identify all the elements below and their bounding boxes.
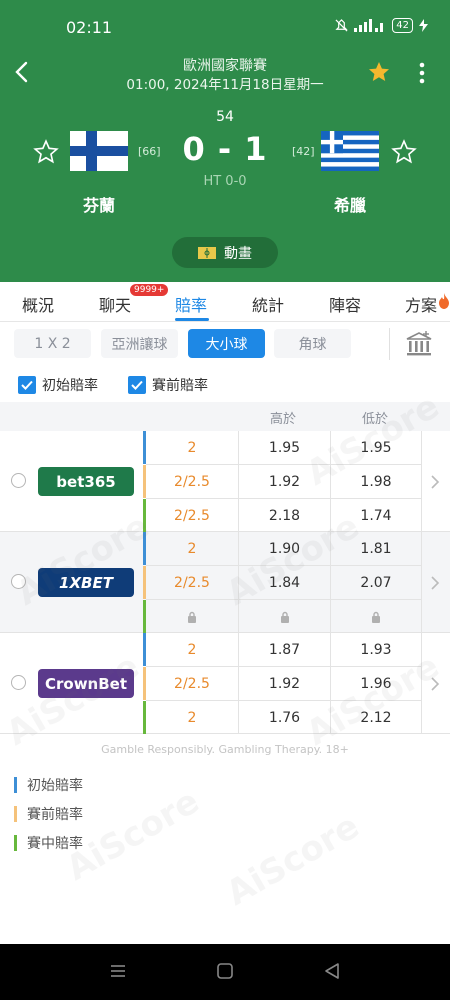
animation-button[interactable]: 動畫 — [172, 237, 278, 268]
over-odds: 1.87 — [238, 633, 330, 666]
legend-label: 賽前賠率 — [27, 807, 83, 823]
tab-bar: 概況 聊天 9999+ 賠率 統計 陣容 方案 — [0, 282, 450, 322]
away-team-name: 希臘 — [334, 196, 367, 215]
over-odds: 1.92 — [238, 667, 330, 700]
compare-radio[interactable] — [11, 473, 26, 488]
line-value: 2 — [187, 709, 197, 726]
locked-cell — [146, 600, 238, 633]
away-follow-star-icon[interactable] — [391, 139, 417, 165]
legend-swatch — [14, 806, 17, 822]
under-odds: 2.07 — [330, 566, 422, 599]
animation-label: 動畫 — [224, 245, 252, 262]
prematch-odds-label: 賽前賠率 — [152, 378, 208, 394]
lock-icon — [188, 611, 196, 623]
app-root: 02:11 42 歐洲國家聯賽 01:00, 2024年11月18日星期一 54… — [0, 0, 450, 1000]
odds-row-initial: 2 1.87 1.93 — [143, 633, 422, 666]
bank-icon[interactable] — [405, 330, 433, 358]
gambling-disclaimer: Gamble Responsibly. Gambling Therapy. 18… — [101, 743, 349, 756]
bookmaker-name: bet365 — [56, 472, 116, 491]
market-selector: 1 X 2 亞洲讓球 大小球 角球 — [0, 322, 450, 366]
active-tab-indicator — [175, 318, 209, 321]
pitch-icon — [198, 246, 216, 259]
divider — [389, 328, 390, 360]
more-vertical-icon[interactable] — [414, 60, 430, 86]
bet365-logo: bet365 — [38, 467, 134, 496]
line-value: 2 — [187, 540, 197, 557]
match-header: 02:11 42 歐洲國家聯賽 01:00, 2024年11月18日星期一 54… — [0, 0, 450, 282]
line-value: 2/2.5 — [174, 473, 210, 490]
legend-prematch: 賽前賠率 — [14, 804, 83, 824]
lock-icon — [372, 611, 380, 623]
fire-icon — [439, 293, 449, 309]
line-value: 2/2.5 — [174, 675, 210, 692]
odds-row-live-locked — [143, 600, 422, 633]
prematch-odds-checkbox[interactable]: 賽前賠率 — [128, 375, 208, 395]
tab-odds[interactable]: 賠率 — [175, 292, 207, 316]
market-over-under-button[interactable]: 大小球 — [188, 329, 265, 358]
initial-odds-checkbox[interactable]: 初始賠率 — [18, 375, 98, 395]
status-time: 02:11 — [66, 18, 113, 37]
market-corners-button[interactable]: 角球 — [274, 329, 351, 358]
greece-flag-icon — [321, 131, 379, 171]
home-icon[interactable] — [216, 962, 234, 980]
tab-tips[interactable]: 方案 — [405, 292, 437, 316]
lock-icon — [280, 611, 289, 623]
legend-swatch — [14, 835, 17, 851]
legend-initial: 初始賠率 — [14, 775, 83, 795]
chevron-right-icon[interactable] — [430, 576, 440, 590]
initial-odds-label: 初始賠率 — [42, 378, 98, 394]
system-nav-bar — [0, 944, 450, 1000]
match-minute: 54 — [216, 109, 234, 125]
mute-icon — [335, 19, 348, 32]
tab-stats[interactable]: 統計 — [252, 292, 284, 316]
status-bar: 02:11 42 — [0, 0, 450, 52]
locked-cell — [330, 600, 422, 633]
away-team-rank: [42] — [292, 145, 315, 158]
line-value: 2 — [187, 439, 197, 456]
header-over: 高於 — [269, 412, 296, 427]
halftime-score: HT 0-0 — [203, 174, 247, 189]
tab-lineups[interactable]: 陣容 — [329, 292, 361, 316]
line-value: 2 — [187, 641, 197, 658]
checkbox-checked-icon — [128, 376, 146, 394]
checkbox-checked-icon — [18, 376, 36, 394]
legend-swatch — [14, 777, 17, 793]
chevron-right-icon[interactable] — [430, 475, 440, 489]
market-1x2-button[interactable]: 1 X 2 — [14, 329, 91, 358]
legend-label: 初始賠率 — [27, 778, 83, 794]
back-triangle-icon[interactable] — [323, 962, 341, 980]
tab-overview[interactable]: 概況 — [22, 292, 54, 316]
away-team-flag — [321, 131, 379, 171]
chat-badge: 9999+ — [130, 284, 169, 296]
odds-row-live: 2/2.5 2.18 1.74 — [143, 499, 422, 532]
menu-icon[interactable] — [109, 962, 127, 980]
compare-radio[interactable] — [11, 675, 26, 690]
odds-row-prematch: 2/2.5 1.92 1.98 — [143, 465, 422, 498]
home-team-name: 芬蘭 — [83, 196, 116, 215]
odds-filter-row: 初始賠率 賽前賠率 — [0, 370, 450, 400]
battery-indicator: 42 — [392, 18, 413, 33]
tab-chat[interactable]: 聊天 — [99, 292, 131, 316]
status-icons: 42 — [335, 18, 428, 33]
market-asian-handicap-button[interactable]: 亞洲讓球 — [101, 329, 178, 358]
charging-icon — [419, 19, 428, 32]
watermark: AiScore — [219, 806, 367, 914]
match-score: 0 - 1 — [182, 130, 268, 168]
favorite-star-icon[interactable] — [367, 60, 391, 84]
line-value: 2/2.5 — [174, 507, 210, 524]
signal-icon — [354, 19, 384, 32]
